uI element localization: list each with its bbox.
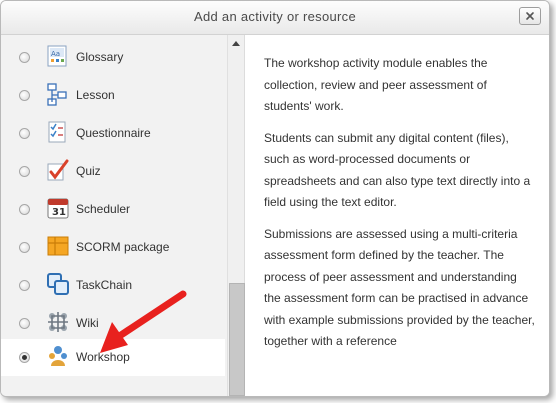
module-option-lesson[interactable]: Lesson	[1, 77, 225, 114]
dialog-title: Add an activity or resource	[193, 9, 356, 24]
description-paragraph: Students can submit any digital content …	[264, 130, 531, 210]
module-label: Scheduler	[76, 202, 131, 216]
module-label: Glossary	[76, 50, 124, 64]
description-paragraph: The workshop activity module enables the…	[264, 56, 488, 113]
module-label: Wiki	[76, 316, 99, 330]
module-option-scorm-package[interactable]: SCORM package	[1, 229, 225, 266]
module-label: Quiz	[76, 164, 101, 178]
module-label: Workshop	[76, 350, 130, 364]
module-radio[interactable]	[19, 52, 30, 63]
module-list-scrollbar[interactable]	[227, 35, 245, 396]
module-description-pane: The workshop activity module enables the…	[245, 35, 549, 396]
dialog-header: Add an activity or resource	[1, 1, 549, 35]
glossary-icon: Aa	[47, 45, 67, 67]
taskchain-icon	[47, 273, 69, 295]
scrollbar-thumb[interactable]	[229, 283, 245, 396]
module-radio[interactable]	[19, 204, 30, 215]
scorm-package-icon	[47, 236, 69, 256]
module-radio[interactable]	[19, 242, 30, 253]
module-label: Questionnaire	[76, 126, 151, 140]
quiz-icon	[47, 159, 69, 181]
module-radio[interactable]	[19, 318, 30, 329]
module-option-quiz[interactable]: Quiz	[1, 153, 225, 190]
lesson-icon	[47, 83, 67, 106]
wiki-icon	[48, 312, 68, 332]
close-icon	[526, 12, 534, 20]
module-option-glossary[interactable]: Aa Glossary	[1, 39, 225, 76]
module-radio[interactable]	[19, 280, 30, 291]
module-label: Lesson	[76, 88, 115, 102]
module-radio[interactable]	[19, 166, 30, 177]
module-option-taskchain[interactable]: TaskChain	[1, 267, 225, 304]
module-option-workshop[interactable]: Workshop	[1, 339, 225, 376]
scheduler-icon: 31	[47, 198, 69, 219]
module-radio[interactable]	[19, 128, 30, 139]
module-option-wiki[interactable]: Wiki	[1, 305, 225, 342]
module-label: TaskChain	[76, 278, 133, 292]
module-description: The workshop activity module enables the…	[264, 53, 536, 363]
module-label: SCORM package	[76, 240, 170, 254]
svg-text:31: 31	[52, 207, 66, 218]
questionnaire-icon	[48, 121, 66, 143]
scroll-up-arrow-icon[interactable]	[232, 41, 240, 46]
close-button[interactable]	[519, 7, 541, 25]
svg-text:Aa: Aa	[51, 50, 60, 58]
module-radio[interactable]	[19, 90, 30, 101]
module-radio[interactable]	[19, 352, 30, 363]
module-list: Aa Glossary Lesson Questionnaire Quiz 31…	[1, 35, 227, 396]
description-paragraph: Submissions are assessed using a multi-c…	[264, 226, 535, 349]
add-activity-dialog: Add an activity or resource Aa Glossary	[0, 0, 550, 397]
module-option-questionnaire[interactable]: Questionnaire	[1, 115, 225, 152]
module-option-scheduler[interactable]: 31 Scheduler	[1, 191, 225, 228]
workshop-icon	[49, 346, 67, 366]
